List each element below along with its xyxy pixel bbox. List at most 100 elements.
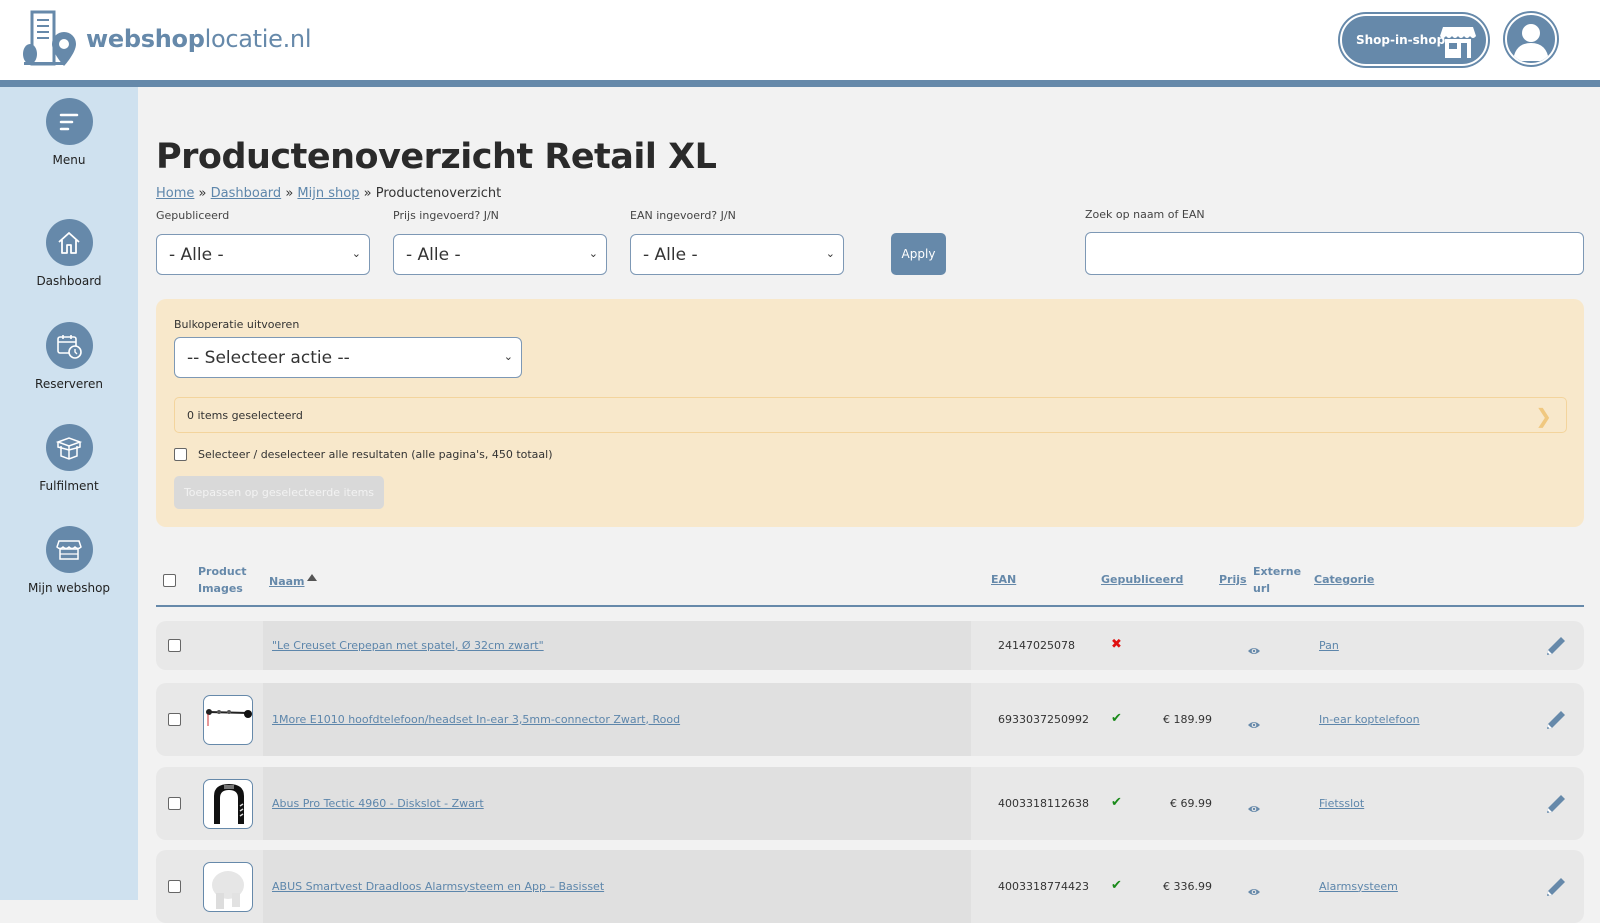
menu-icon	[59, 113, 79, 130]
bulk-action-value: -- Selecteer actie --	[187, 347, 350, 368]
price-filter-label: Prijs ingevoerd? J/N	[393, 209, 499, 222]
apply-to-selected-button[interactable]: Toepassen op geselecteerde items	[174, 476, 384, 509]
page-title: Productenoverzicht Retail XL	[156, 137, 717, 177]
breadcrumb: Home » Dashboard » Mijn shop » Producten…	[156, 186, 501, 201]
chevron-down-icon: ⌄	[503, 350, 513, 363]
product-name-link[interactable]: Abus Pro Tectic 4960 - Diskslot - Zwart	[272, 797, 484, 810]
unpublished-cross-icon: ✖	[1111, 636, 1122, 652]
edit-product-button[interactable]	[1544, 792, 1568, 820]
select-all-results[interactable]: Selecteer / deselecteer alle resultaten …	[174, 448, 553, 461]
bulk-operation-label: Bulkoperatie uitvoeren	[174, 318, 300, 331]
sidebar-item-menu[interactable]: Menu	[0, 98, 138, 167]
table-row: ABUS Smartvest Draadloos Alarmsysteem en…	[156, 850, 1584, 923]
row-select-checkbox[interactable]	[168, 638, 181, 652]
breadcrumb-dashboard[interactable]: Dashboard	[211, 186, 282, 201]
product-thumbnail[interactable]	[203, 778, 253, 829]
search-label: Zoek op naam of EAN	[1085, 208, 1205, 221]
product-name-link[interactable]: 1More E1010 hoofdtelefoon/headset In-ear…	[272, 713, 680, 726]
published-filter-select[interactable]: - Alle - ⌄	[156, 234, 370, 275]
price-filter-select[interactable]: - Alle - ⌄	[393, 234, 607, 275]
column-header-images-line1: Product	[198, 565, 247, 578]
eye-icon	[1248, 647, 1260, 654]
product-image-alarm-system	[212, 870, 244, 909]
apply-filter-button[interactable]: Apply	[891, 233, 946, 275]
row-select-checkbox[interactable]	[168, 879, 181, 893]
product-category-link[interactable]: Alarmsysteem	[1319, 880, 1398, 893]
external-url-view[interactable]	[1247, 882, 1261, 901]
product-ean: 6933037250992	[998, 712, 1089, 726]
shop-in-shop-label: Shop-in-shop	[1356, 33, 1446, 47]
shop-in-shop-button[interactable]: Shop-in-shop	[1340, 14, 1488, 66]
header-divider	[0, 80, 1600, 87]
nav-circle	[45, 424, 93, 471]
row-select-checkbox[interactable]	[168, 796, 181, 810]
external-url-view[interactable]	[1247, 715, 1261, 734]
published-check-icon: ✔	[1111, 794, 1122, 810]
product-thumbnail[interactable]	[203, 694, 253, 745]
edit-product-button[interactable]	[1544, 708, 1568, 736]
breadcrumb-mijn-shop[interactable]: Mijn shop	[297, 186, 359, 201]
select-all-checkbox[interactable]	[174, 448, 187, 461]
selected-items-count: 0 items geselecteerd	[187, 408, 303, 422]
pencil-edit-icon	[1547, 710, 1565, 729]
column-header-external-url: Externe url	[1253, 563, 1301, 597]
column-header-price[interactable]: Prijs	[1219, 571, 1247, 588]
breadcrumb-separator: »	[285, 186, 294, 201]
table-header: Product Images Naam EAN Gepubliceerd Pri…	[156, 555, 1584, 607]
product-category-link[interactable]: Pan	[1319, 639, 1339, 652]
ean-filter-select[interactable]: - Alle - ⌄	[630, 234, 844, 275]
header-select-checkbox[interactable]	[163, 574, 176, 587]
bulk-action-select[interactable]: -- Selecteer actie -- ⌄	[174, 337, 522, 378]
edit-product-button[interactable]	[1544, 634, 1568, 662]
nav-circle	[45, 98, 93, 145]
product-ean: 4003318774423	[998, 879, 1089, 893]
column-header-images-line2: Images	[198, 582, 243, 595]
selected-items-bar[interactable]: 0 items geselecteerd ❯	[174, 397, 1567, 433]
column-header-images: Product Images	[198, 563, 247, 597]
user-avatar-button[interactable]	[1505, 13, 1557, 65]
sidebar-item-dashboard[interactable]: Dashboard	[0, 219, 138, 288]
chevron-down-icon: ⌄	[825, 247, 835, 260]
table-row: 1More E1010 hoofdtelefoon/headset In-ear…	[156, 683, 1584, 756]
eye-icon	[1248, 805, 1260, 812]
product-ean: 24147025078	[998, 638, 1075, 652]
eye-icon	[1248, 888, 1260, 895]
user-avatar-icon	[1513, 24, 1549, 61]
storefront-icon	[56, 539, 82, 560]
column-header-name[interactable]: Naam	[269, 573, 317, 590]
published-check-icon: ✔	[1111, 710, 1122, 726]
logo[interactable]: webshoplocatie.nl	[22, 10, 311, 68]
price-filter-value: - Alle -	[406, 244, 461, 265]
eye-icon	[1248, 721, 1260, 728]
logo-text-bold: webshop	[86, 25, 205, 53]
column-header-category[interactable]: Categorie	[1314, 571, 1374, 588]
external-url-view[interactable]	[1247, 799, 1261, 818]
pencil-edit-icon	[1547, 794, 1565, 813]
ean-filter-label: EAN ingevoerd? J/N	[630, 209, 736, 222]
column-header-ean[interactable]: EAN	[991, 571, 1016, 588]
product-thumbnail[interactable]	[203, 861, 253, 912]
box-icon	[55, 436, 83, 460]
product-image-bike-lock	[214, 783, 244, 824]
sidebar-item-mijn-webshop[interactable]: Mijn webshop	[0, 526, 138, 595]
product-name-link[interactable]: ABUS Smartvest Draadloos Alarmsysteem en…	[272, 880, 604, 893]
product-image-earphones	[206, 708, 252, 726]
product-category-link[interactable]: In-ear koptelefoon	[1319, 713, 1420, 726]
edit-product-button[interactable]	[1544, 875, 1568, 903]
row-select-checkbox[interactable]	[168, 712, 181, 726]
product-name-link[interactable]: "Le Creuset Crepepan met spatel, Ø 32cm …	[272, 639, 544, 652]
sidebar-item-reserveren[interactable]: Reserveren	[0, 322, 138, 391]
sidebar-item-label: Reserveren	[35, 377, 103, 391]
product-category-link[interactable]: Fietsslot	[1319, 797, 1364, 810]
sidebar-item-fulfilment[interactable]: Fulfilment	[0, 424, 138, 493]
published-check-icon: ✔	[1111, 877, 1122, 893]
search-input[interactable]	[1085, 232, 1584, 275]
column-header-published[interactable]: Gepubliceerd	[1101, 571, 1183, 588]
breadcrumb-home[interactable]: Home	[156, 186, 194, 201]
external-url-view[interactable]	[1247, 641, 1261, 660]
product-ean: 4003318112638	[998, 796, 1089, 810]
sidebar-item-label: Mijn webshop	[27, 581, 111, 595]
ean-filter-value: - Alle -	[643, 244, 698, 265]
pencil-edit-icon	[1547, 636, 1565, 655]
sidebar-item-label: Dashboard	[36, 274, 102, 288]
